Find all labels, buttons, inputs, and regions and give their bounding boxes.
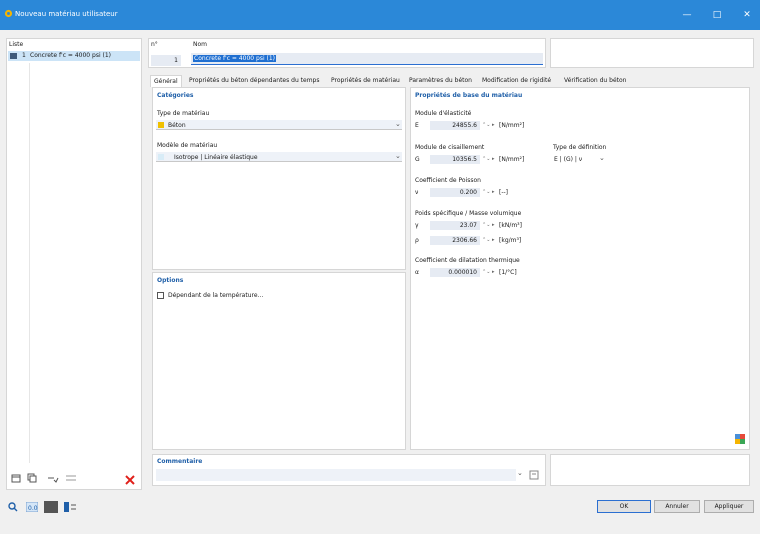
name-value: Concrete f'c = 4000 psi (1) (193, 55, 277, 62)
spinner-icon[interactable]: ⌃⌄ ▸ (482, 122, 494, 128)
tab-time-dependent[interactable]: Propriétés du béton dépendantes du temps (186, 75, 323, 87)
comment-input[interactable] (156, 469, 516, 481)
tab-material-properties[interactable]: Propriétés de matériau (328, 75, 403, 87)
thermal-label: Coefficient de dilatation thermique (415, 257, 520, 264)
thermal-unit: [1/°C] (499, 269, 517, 276)
shear-label: Module de cisaillement (415, 144, 485, 151)
spinner-icon[interactable]: ⌃⌄ ▸ (482, 237, 494, 243)
number-field[interactable]: 1 (151, 55, 181, 66)
spinner-icon[interactable]: ⌃⌄ ▸ (482, 156, 494, 162)
material-color-icon (10, 53, 17, 59)
tab-general[interactable]: Général (150, 75, 182, 87)
minimize-button[interactable]: — (678, 8, 696, 22)
window-title: Nouveau matériau utilisateur (15, 10, 118, 18)
chevron-down-icon: ⌄ (395, 120, 401, 128)
material-type-label: Type de matériau (157, 110, 210, 117)
list-item-number: 1 (22, 52, 26, 59)
display-icon[interactable] (64, 502, 76, 512)
material-type-value: Béton (168, 122, 186, 129)
color-palette-icon[interactable] (735, 434, 745, 444)
copy-item-icon[interactable] (27, 473, 37, 483)
header-panel: n° 1 Nom Concrete f'c = 4000 psi (1) (148, 38, 546, 68)
options-title: Options (157, 277, 184, 284)
elasticity-unit: [N/mm²] (499, 122, 525, 129)
shear-input[interactable]: 10356.5 (430, 155, 480, 164)
svg-text:0.0: 0.0 (28, 505, 38, 512)
color-swatch-icon[interactable] (44, 501, 58, 513)
properties-panel: Propriétés de base du matériau Module d'… (410, 87, 750, 450)
maximize-button[interactable]: □ (708, 8, 726, 22)
spinner-icon[interactable]: ⌃⌄ ▸ (482, 269, 494, 275)
poisson-label: Coefficient de Poisson (415, 177, 481, 184)
delete-icon[interactable] (125, 475, 135, 485)
elasticity-label: Module d'élasticité (415, 110, 472, 117)
rho-input[interactable]: 2306.66 (430, 236, 480, 245)
app-icon (4, 9, 13, 18)
thermal-input[interactable]: 0.000010 (430, 268, 480, 277)
spinner-icon[interactable]: ⌃⌄ ▸ (482, 222, 494, 228)
temp-dependent-checkbox[interactable] (157, 292, 164, 299)
apply-button[interactable]: Appliquer (704, 500, 754, 513)
properties-title: Propriétés de base du matériau (415, 92, 523, 99)
number-label: n° (151, 41, 158, 48)
poisson-input[interactable]: 0.200 (430, 188, 480, 197)
list-divider (29, 63, 30, 463)
new-item-icon[interactable] (11, 473, 21, 483)
material-type-swatch (158, 122, 164, 128)
ok-button[interactable]: OK (597, 500, 651, 513)
temp-dependent-label: Dépendant de la température... (168, 292, 264, 299)
options-panel: Options Dépendant de la température... (152, 272, 406, 450)
spinner-icon[interactable]: ⌃⌄ ▸ (482, 189, 494, 195)
list-item[interactable]: 1 Concrete f'c = 4000 psi (1) (8, 51, 140, 61)
definition-type-select[interactable]: E | (G) | ν ⌄ (553, 154, 609, 164)
cancel-button[interactable]: Annuler (654, 500, 700, 513)
comment-label: Commentaire (157, 458, 203, 465)
weight-header: Poids spécifique / Masse volumique (415, 210, 522, 217)
comment-panel: Commentaire ⌄ (152, 454, 546, 486)
poisson-unit: [--] (499, 189, 509, 196)
shear-symbol: G (415, 156, 420, 163)
bottom-bar: 0.0 OK Annuler Appliquer (0, 494, 760, 534)
tab-concrete-parameters[interactable]: Paramètres du béton (406, 75, 475, 87)
material-model-label: Modèle de matériau (157, 142, 218, 149)
units-icon[interactable]: 0.0 (26, 502, 38, 512)
categories-title: Catégories (157, 92, 194, 99)
search-icon[interactable] (8, 502, 18, 512)
comment-preview-panel (550, 454, 750, 486)
gamma-symbol: γ (415, 222, 419, 229)
definition-type-value: E | (G) | ν (554, 156, 583, 163)
check-item-icon[interactable] (47, 473, 59, 483)
elasticity-input[interactable]: 24855.6 (430, 121, 480, 130)
comment-library-icon[interactable] (529, 470, 539, 480)
thermal-symbol: α (415, 269, 419, 276)
poisson-symbol: ν (415, 189, 419, 196)
elasticity-symbol: E (415, 122, 419, 129)
chevron-down-icon[interactable]: ⌄ (517, 469, 523, 477)
tab-stiffness-modification[interactable]: Modification de rigidité (479, 75, 554, 87)
title-bar: Nouveau matériau utilisateur — □ ✕ (0, 0, 760, 30)
list-item-label: Concrete f'c = 4000 psi (1) (30, 52, 112, 59)
chevron-down-icon: ⌄ (395, 152, 401, 160)
tab-concrete-design[interactable]: Vérification du béton (561, 75, 629, 87)
chevron-down-icon: ⌄ (599, 154, 605, 162)
gamma-unit: [kN/m³] (499, 222, 522, 229)
rho-symbol: ρ (415, 237, 419, 244)
definition-type-label: Type de définition (553, 144, 607, 151)
categories-panel: Catégories Type de matériau Béton ⌄ Modè… (152, 87, 406, 270)
list-panel: Liste 1 Concrete f'c = 4000 psi (1) (6, 38, 142, 490)
name-field[interactable]: Concrete f'c = 4000 psi (1) (191, 53, 543, 65)
close-button[interactable]: ✕ (738, 8, 756, 22)
material-model-swatch (158, 154, 164, 160)
name-label: Nom (193, 41, 208, 48)
preview-panel (550, 38, 754, 68)
gamma-input[interactable]: 23.07 (430, 221, 480, 230)
material-type-select[interactable]: Béton ⌄ (156, 120, 402, 130)
sort-item-icon[interactable] (65, 473, 77, 483)
material-model-select[interactable]: Isotrope | Linéaire élastique ⌄ (156, 152, 402, 162)
rho-unit: [kg/m³] (499, 237, 522, 244)
list-header: Liste (9, 41, 24, 48)
material-model-value: Isotrope | Linéaire élastique (174, 154, 258, 161)
shear-unit: [N/mm²] (499, 156, 525, 163)
